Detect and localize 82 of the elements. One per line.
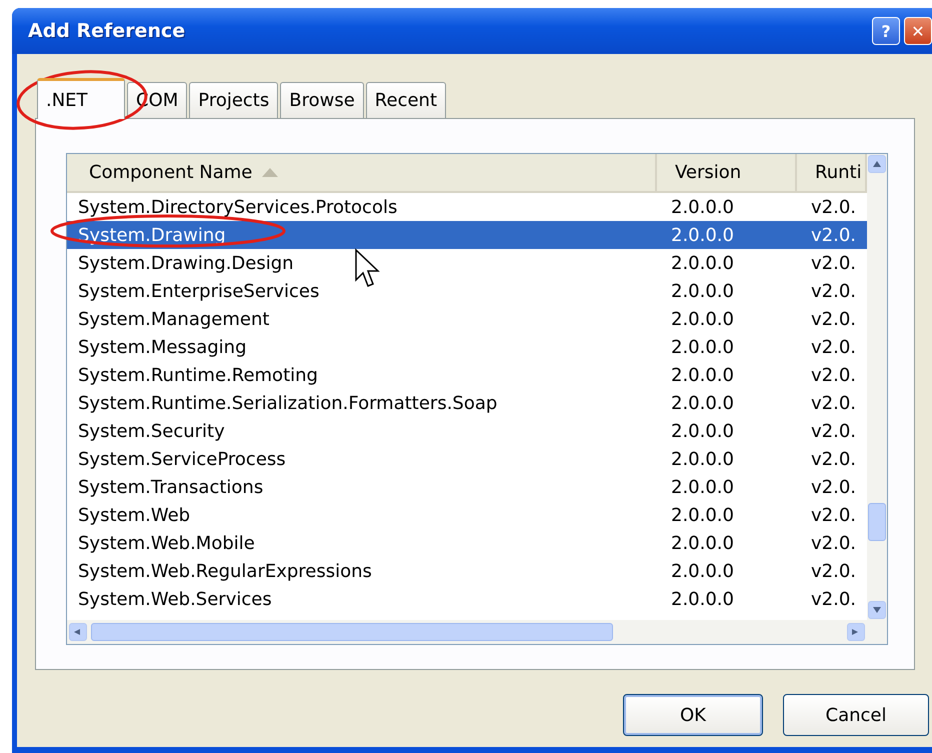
table-cell-text: v2.0. — [810, 280, 856, 302]
table-cell-text: v2.0. — [810, 420, 856, 442]
table-cell-text: 2.0.0.0 — [670, 532, 734, 554]
table-cell-text: v2.0. — [810, 364, 856, 386]
table-cell-text: 2.0.0.0 — [670, 308, 734, 330]
table-cell-text: 2.0.0.0 — [670, 448, 734, 470]
tab[interactable]: Projects — [189, 82, 278, 118]
table-cell-text: v2.0. — [810, 532, 856, 554]
table-cell-text: 2.0.0.0 — [670, 560, 734, 582]
table-cell-text: 2.0.0.0 — [670, 476, 734, 498]
column-header[interactable]: Version — [675, 162, 742, 183]
close-button[interactable]: ✕ — [904, 17, 932, 45]
table-cell-text: 2.0.0.0 — [670, 420, 734, 442]
mouse-cursor-icon — [355, 248, 380, 287]
scroll-thumb[interactable] — [91, 623, 613, 641]
scroll-right-icon — [852, 629, 860, 635]
list-row[interactable]: System.Runtime.Remoting 2.0.0.0 v2.0. — [67, 361, 867, 389]
table-cell-text: v2.0. — [810, 448, 856, 470]
table-cell-text: v2.0. — [810, 476, 856, 498]
scroll-down-icon — [873, 607, 881, 613]
table-cell-text: 2.0.0.0 — [670, 364, 734, 386]
table-cell-text: 2.0.0.0 — [670, 336, 734, 358]
table-cell-text: System.Web.Mobile — [77, 532, 255, 554]
scrollbar-corner — [867, 620, 887, 644]
vertical-scrollbar[interactable] — [867, 154, 887, 620]
table-cell-text: System.Security — [77, 420, 225, 442]
ok-button[interactable]: OK — [623, 694, 763, 736]
table-cell-text: System.Runtime.Serialization.Formatters.Soap — [77, 392, 498, 414]
table-cell-text: 2.0.0.0 — [670, 392, 734, 414]
list-row[interactable]: System.Web.RegularExpressions 2.0.0.0 v2.0. — [67, 557, 867, 585]
tab[interactable]: Recent — [366, 82, 446, 118]
list-row[interactable]: System.Transactions 2.0.0.0 v2.0. — [67, 473, 867, 501]
table-cell-text: System.Runtime.Remoting — [77, 364, 318, 386]
list-row[interactable]: System.Runtime.Serialization.Formatters.Soap 2.0.0.0 v2.0. — [67, 389, 867, 417]
table-cell-text: System.Drawing.Design — [77, 252, 294, 274]
list-row[interactable]: System.Drawing.Design 2.0.0.0 v2.0. — [67, 249, 867, 277]
table-cell-text: v2.0. — [810, 588, 856, 610]
list-row[interactable]: System.Security 2.0.0.0 v2.0. — [67, 417, 867, 445]
cancel-button[interactable]: Cancel — [783, 694, 929, 736]
table-cell-text: System.Drawing — [77, 224, 226, 246]
table-cell-text: v2.0. — [810, 392, 856, 414]
table-cell-text: v2.0. — [810, 336, 856, 358]
list-row[interactable]: System.Web 2.0.0.0 v2.0. — [67, 501, 867, 529]
tab[interactable]: .NET — [37, 78, 125, 119]
table-cell-text: System.Web.Services — [77, 588, 272, 610]
scroll-thumb[interactable] — [868, 503, 886, 541]
table-cell-text: System.ServiceProcess — [77, 448, 286, 470]
table-cell-text: 2.0.0.0 — [670, 252, 734, 274]
table-cell-text: System.Transactions — [77, 476, 264, 498]
column-header[interactable]: Component Name — [89, 162, 252, 183]
table-cell-text: System.Web — [77, 504, 190, 526]
list-row[interactable]: System.Web.Mobile 2.0.0.0 v2.0. — [67, 529, 867, 557]
scroll-left-icon — [74, 629, 82, 635]
scroll-up-icon — [873, 161, 881, 167]
table-cell-text: v2.0. — [810, 196, 856, 218]
list-row[interactable]: System.Messaging 2.0.0.0 v2.0. — [67, 333, 867, 361]
table-cell-text: v2.0. — [810, 224, 856, 246]
table-cell-text: System.Web.RegularExpressions — [77, 560, 372, 582]
window-title: Add Reference — [27, 20, 186, 42]
list-row[interactable]: System.Management 2.0.0.0 v2.0. — [67, 305, 867, 333]
table-cell-text: 2.0.0.0 — [670, 588, 734, 610]
table-cell-text: System.Management — [77, 308, 270, 330]
table-cell-text: v2.0. — [810, 308, 856, 330]
table-cell-text: 2.0.0.0 — [670, 280, 734, 302]
list-row[interactable]: System.DirectoryServices.Protocols 2.0.0.0 v2.0. — [67, 193, 867, 221]
table-cell-text: v2.0. — [810, 504, 856, 526]
list-row[interactable]: System.EnterpriseServices 2.0.0.0 v2.0. — [67, 277, 867, 305]
horizontal-scrollbar[interactable] — [67, 620, 867, 644]
list-row[interactable]: System.Web.Services 2.0.0.0 v2.0. — [67, 585, 867, 613]
list-row[interactable]: System.ServiceProcess 2.0.0.0 v2.0. — [67, 445, 867, 473]
table-cell-text: v2.0. — [810, 560, 856, 582]
table-cell-text: 2.0.0.0 — [670, 504, 734, 526]
table-cell-text: v2.0. — [810, 252, 856, 274]
tab[interactable]: Browse — [280, 82, 364, 118]
table-cell-text: System.EnterpriseServices — [77, 280, 320, 302]
table-cell-text: 2.0.0.0 — [670, 196, 734, 218]
help-button[interactable]: ? — [872, 17, 900, 45]
list-row[interactable]: System.Drawing 2.0.0.0 v2.0. — [67, 221, 867, 249]
column-header[interactable]: Runti — [815, 162, 862, 183]
table-cell-text: 2.0.0.0 — [670, 224, 734, 246]
table-cell-text: System.Messaging — [77, 336, 246, 358]
table-cell-text: System.DirectoryServices.Protocols — [77, 196, 398, 218]
